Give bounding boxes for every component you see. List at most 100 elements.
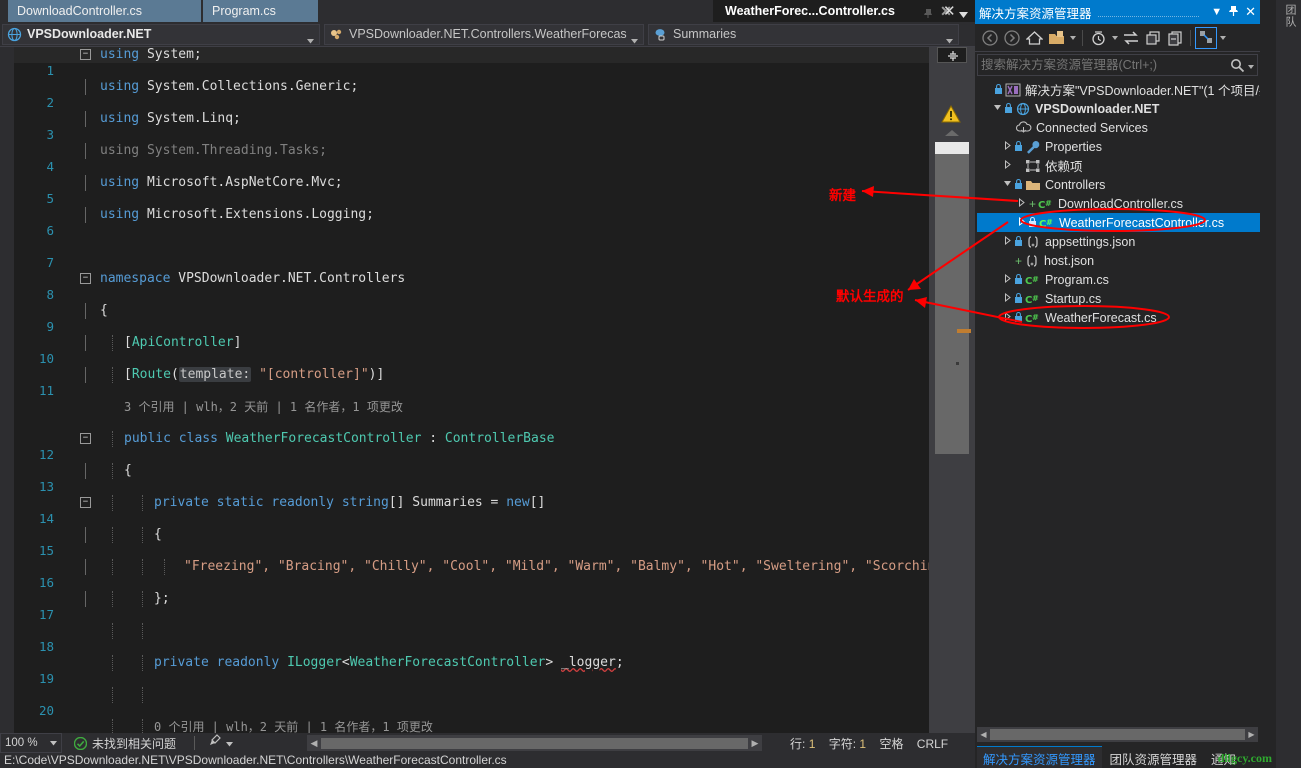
fold-toggle[interactable]: −	[80, 497, 91, 508]
scroll-up-caret[interactable]	[945, 130, 959, 136]
zoom-level-dropdown[interactable]: 100 %	[0, 733, 62, 753]
chevron-down-icon[interactable]	[1067, 27, 1078, 49]
properties-icon[interactable]	[1195, 26, 1217, 49]
search-icon[interactable]	[1230, 58, 1245, 73]
pending-changes-icon[interactable]	[1087, 27, 1109, 49]
expander-open[interactable]	[1001, 179, 1014, 190]
tab-download-controller[interactable]: DownloadController.cs	[8, 0, 201, 22]
code-line: 19 private readonly ILogger<WeatherForec…	[14, 655, 929, 686]
issue-status[interactable]: 未找到相关问题	[74, 735, 176, 752]
split-view-button[interactable]	[937, 47, 967, 63]
vertical-tool-tab[interactable]: 团队	[1279, 4, 1298, 28]
indent-mode[interactable]: 空格	[879, 737, 903, 751]
fold-toggle[interactable]: −	[80, 433, 91, 444]
code-line: 13 {	[14, 463, 929, 494]
refresh-icon[interactable]	[1142, 27, 1164, 49]
solution-explorer-horizontal-scrollbar[interactable]: ◀ ▶	[977, 727, 1258, 742]
chevron-down-icon[interactable]	[226, 734, 234, 752]
vertical-scrollbar-track[interactable]	[935, 154, 971, 454]
tree-node-program-cs[interactable]: C # Program.cs	[977, 270, 1260, 289]
column-label: 字符:	[828, 737, 857, 751]
scrollbar-thumb[interactable]	[990, 729, 1245, 740]
forward-icon[interactable]	[1001, 27, 1023, 49]
show-all-files-icon[interactable]	[1045, 27, 1067, 49]
vertical-scrollbar-thumb[interactable]	[935, 142, 969, 154]
tree-node-controllers[interactable]: Controllers	[977, 175, 1260, 194]
formatting-tool-dropdown[interactable]	[207, 733, 234, 753]
scroll-right-arrow[interactable]: ▶	[748, 738, 762, 749]
summaries-strings: "Freezing", "Bracing", "Chilly", "Cool",…	[184, 559, 952, 574]
line-ending[interactable]: CRLF	[917, 737, 948, 751]
tree-node-download-controller[interactable]: + C # DownloadController.cs	[977, 194, 1260, 213]
code-editor[interactable]: 1 − using System; 2 using System.Collect…	[0, 47, 975, 768]
project-dropdown[interactable]: VPSDownloader.NET	[2, 23, 320, 45]
tree-node-weather-forecast-controller[interactable]: C # WeatherForecastController.cs	[977, 213, 1260, 232]
chevron-down-icon[interactable]	[1109, 27, 1120, 49]
tree-node-host-json[interactable]: + host.json	[977, 251, 1260, 270]
panel-menu-icon[interactable]: ▼	[1211, 6, 1222, 18]
pin-icon[interactable]	[1228, 5, 1239, 20]
warning-icon[interactable]	[941, 104, 961, 128]
codelens-line[interactable]: 3 个引用 | wlh，2 天前 | 1 名作者，1 项更改	[14, 399, 929, 415]
back-icon[interactable]	[979, 27, 1001, 49]
fold-toggle[interactable]: −	[80, 49, 91, 60]
expander-closed[interactable]	[1001, 292, 1014, 304]
tree-node-connected-services[interactable]: Connected Services	[977, 118, 1260, 137]
solution-tree[interactable]: 解决方案"VPSDownloader.NET"(1 个项目/共 1 个 VPSD…	[977, 80, 1260, 725]
scroll-left-arrow[interactable]: ◀	[977, 730, 990, 739]
pin-icon[interactable]	[922, 4, 935, 18]
project-name: VPSDownloader.NET	[27, 27, 152, 41]
tree-node-label: Startup.cs	[1045, 291, 1102, 306]
tree-node-properties[interactable]: Properties	[977, 137, 1260, 156]
json-icon	[1024, 235, 1041, 249]
member-dropdown[interactable]: Summaries	[648, 23, 959, 45]
tree-node-appsettings-json[interactable]: appsettings.json	[977, 232, 1260, 251]
codelens-text[interactable]: 3 个引用 | wlh，2 天前 | 1 名作者，1 项更改	[124, 399, 403, 415]
expander-closed[interactable]	[1015, 197, 1028, 209]
close-document-button[interactable]: ✕	[943, 2, 956, 20]
watermark: dllgcy.com	[1217, 751, 1272, 765]
brush-icon[interactable]	[207, 733, 222, 753]
expander-open[interactable]	[991, 103, 1004, 114]
scroll-right-arrow[interactable]: ▶	[1245, 730, 1258, 739]
drag-handle[interactable]	[1097, 15, 1200, 17]
tree-node-label: DownloadController.cs	[1058, 196, 1184, 211]
tab-team-explorer[interactable]: 团队资源管理器	[1104, 747, 1204, 768]
chevron-down-icon[interactable]	[946, 33, 953, 44]
tree-node-project[interactable]: VPSDownloader.NET	[977, 99, 1260, 118]
tool-window-tabs: 解决方案资源管理器 团队资源管理器 通知 dllgcy.com	[977, 746, 1276, 768]
tab-program[interactable]: Program.cs	[203, 0, 318, 22]
expander-closed[interactable]	[1001, 311, 1014, 323]
expander-closed[interactable]	[1015, 216, 1028, 228]
tab-weather-forecast-controller[interactable]: WeatherForec...Controller.cs ✕	[713, 0, 975, 22]
close-icon[interactable]: ✕	[1245, 4, 1256, 20]
line-number: 6	[46, 223, 54, 238]
chevron-down-icon[interactable]	[631, 33, 638, 44]
chevron-down-icon[interactable]	[1248, 56, 1254, 74]
home-icon[interactable]	[1023, 27, 1045, 49]
chevron-down-icon[interactable]	[1217, 27, 1228, 49]
tree-node-weather-forecast-cs[interactable]: C # WeatherForecast.cs	[977, 308, 1260, 327]
tree-node-dependencies[interactable]: 依赖项	[977, 156, 1260, 175]
collapse-all-icon[interactable]	[1164, 27, 1186, 49]
fold-toggle[interactable]: −	[80, 273, 91, 284]
panel-title: 解决方案资源管理器	[979, 6, 1092, 21]
solution-explorer-pane: 解决方案资源管理器 ▼ ✕ 搜索解决方案资源管理器(Ctrl+;) 解决方案"V…	[975, 0, 1276, 768]
search-input[interactable]	[981, 58, 1230, 72]
sync-with-active-document-icon[interactable]	[1120, 27, 1142, 49]
expander-closed[interactable]	[1001, 159, 1014, 171]
solution-explorer-search[interactable]	[977, 54, 1258, 76]
tree-node-startup-cs[interactable]: C # Startup.cs	[977, 289, 1260, 308]
expander-closed[interactable]	[1001, 140, 1014, 152]
tree-node-solution[interactable]: 解决方案"VPSDownloader.NET"(1 个项目/共 1 个	[977, 80, 1260, 99]
editor-scrollbar-margin[interactable]	[929, 47, 975, 733]
scroll-left-arrow[interactable]: ◀	[307, 738, 321, 749]
expander-closed[interactable]	[1001, 273, 1014, 285]
horizontal-scrollbar[interactable]: ◀ ▶	[307, 735, 762, 751]
horizontal-scrollbar-thumb[interactable]	[321, 737, 748, 749]
chevron-down-icon[interactable]	[50, 737, 57, 749]
tab-solution-explorer[interactable]: 解决方案资源管理器	[977, 746, 1102, 768]
chevron-down-icon[interactable]	[307, 33, 314, 44]
expander-closed[interactable]	[1001, 235, 1014, 247]
type-dropdown[interactable]: VPSDownloader.NET.Controllers.WeatherFor…	[324, 23, 644, 45]
